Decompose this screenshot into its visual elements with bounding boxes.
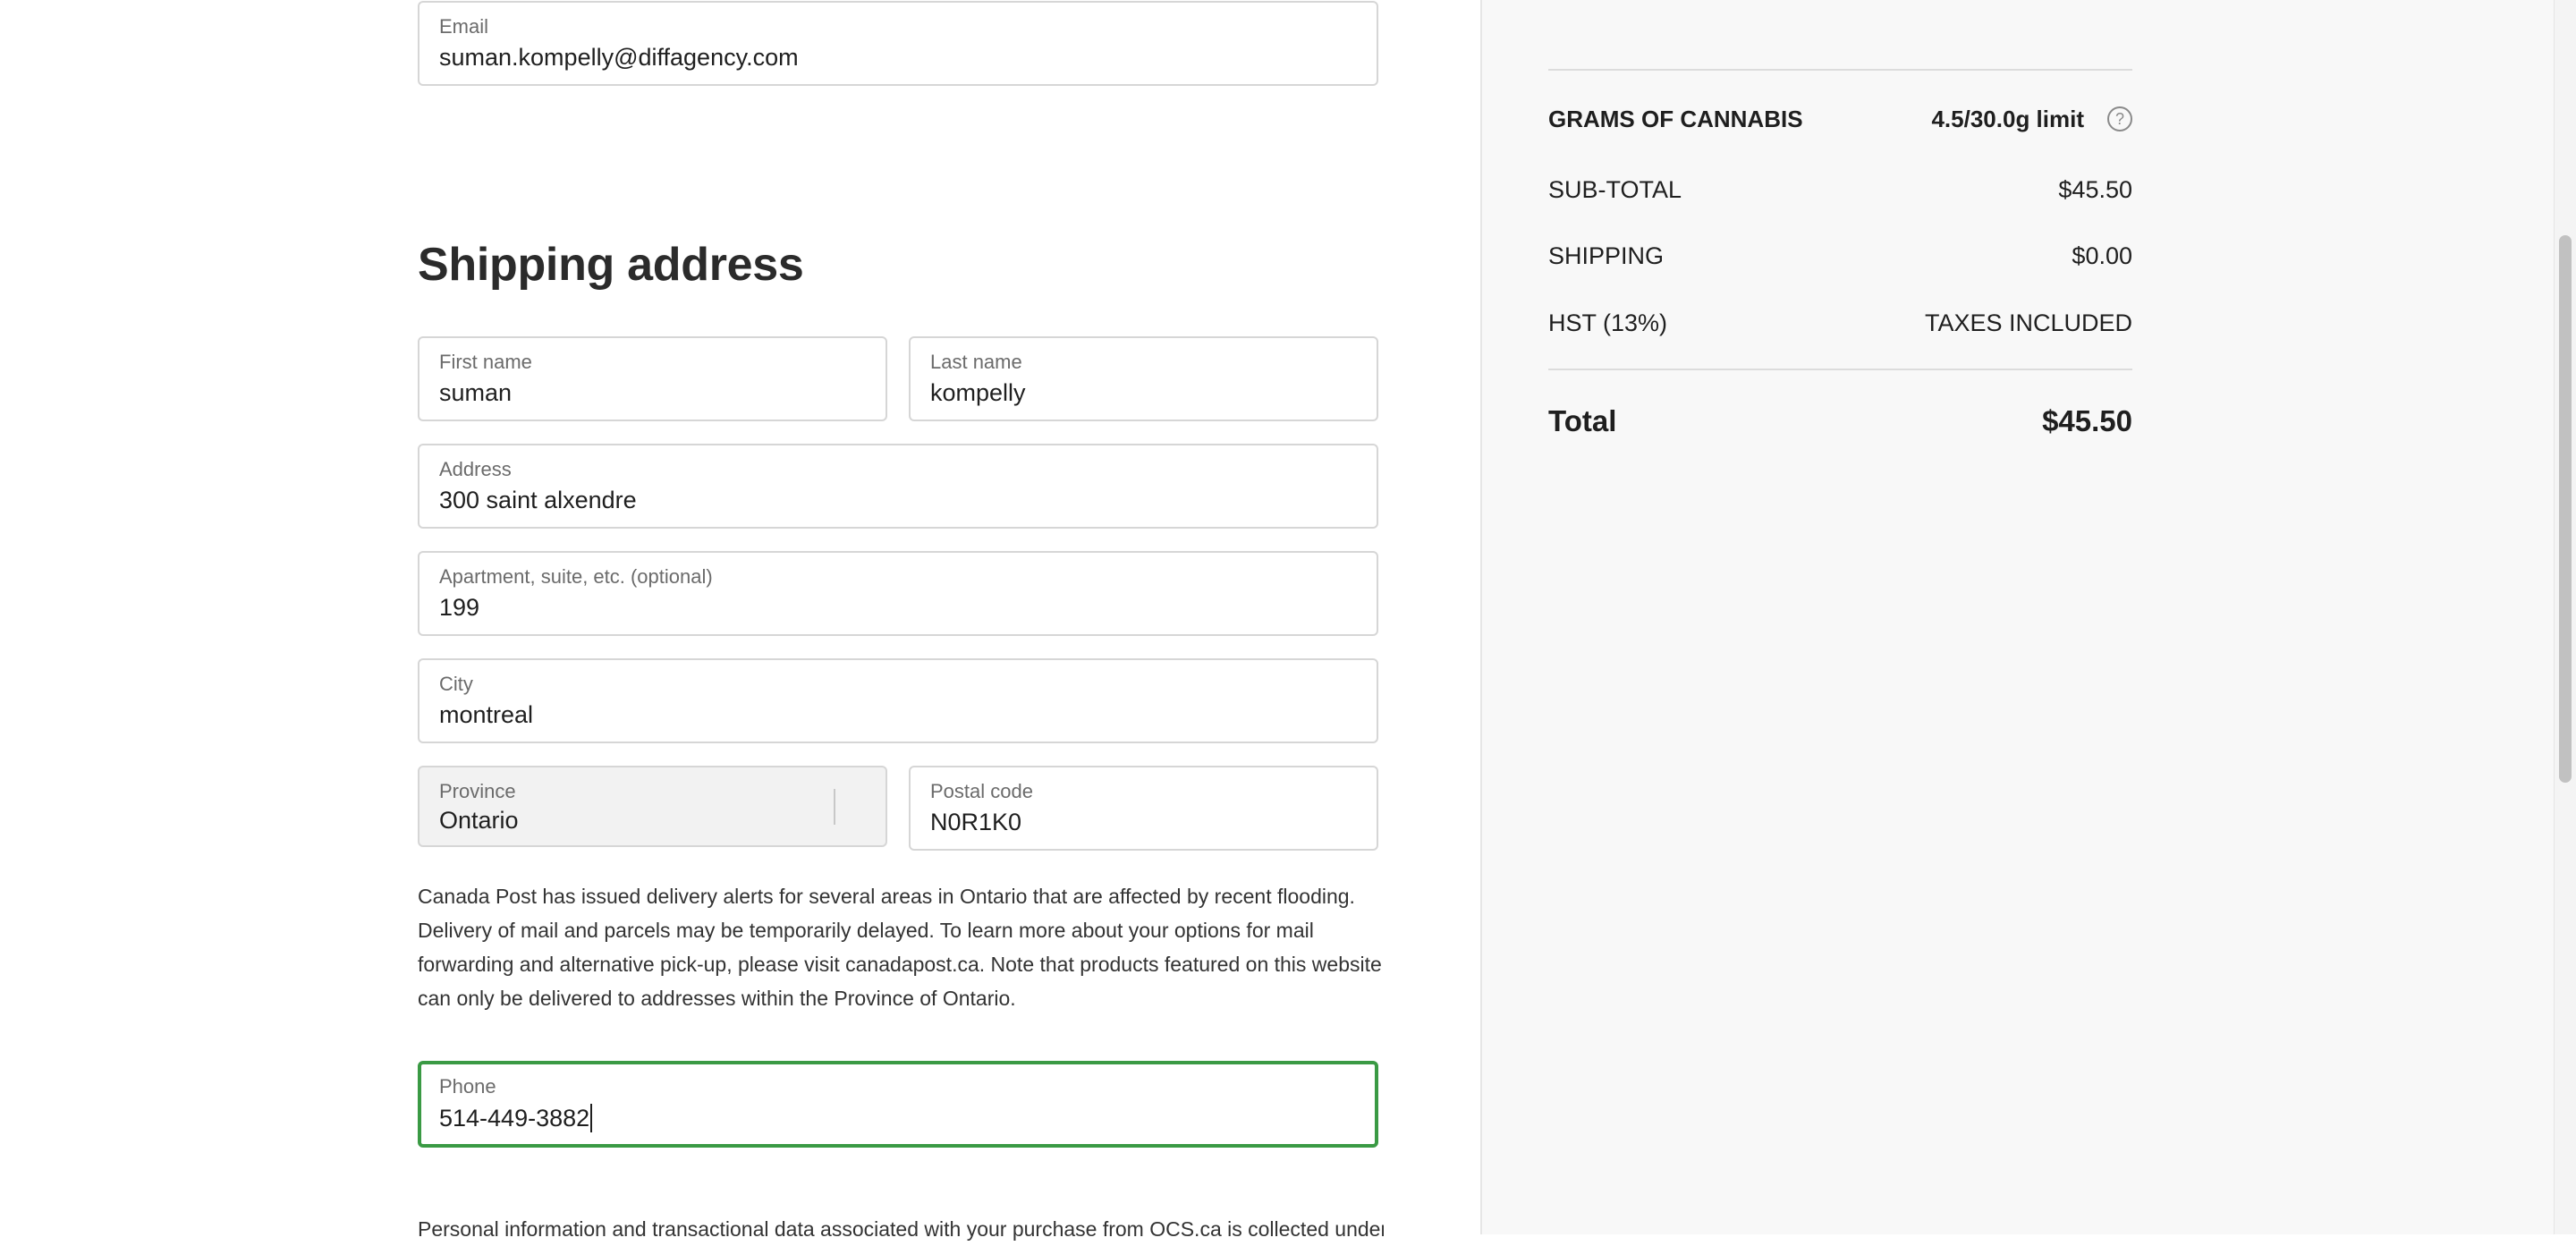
phone-value: 514-449-3882	[439, 1104, 590, 1132]
apartment-field[interactable]: Apartment, suite, etc. (optional) 199	[418, 551, 1378, 636]
last-name-value[interactable]: kompelly	[930, 379, 1026, 407]
phone-field[interactable]: Phone 514-449-3882	[418, 1061, 1378, 1148]
summary-divider-bottom	[1548, 369, 2132, 370]
grams-row: GRAMS OF CANNABIS 4.5/30.0g limit ?	[1548, 101, 2132, 137]
shipping-address-title: Shipping address	[418, 239, 804, 291]
total-row: Total $45.50	[1548, 399, 2132, 444]
city-field[interactable]: City montreal	[418, 658, 1378, 743]
postal-code-field[interactable]: Postal code N0R1K0	[909, 766, 1378, 851]
total-label: Total	[1548, 404, 1617, 437]
subtotal-row: SUB-TOTAL $45.50	[1548, 172, 2132, 208]
province-label: Province	[439, 780, 516, 802]
postal-code-label: Postal code	[930, 780, 1033, 802]
address-field[interactable]: Address 300 saint alxendre	[418, 444, 1378, 529]
last-name-label: Last name	[930, 351, 1022, 373]
text-caret	[590, 1104, 593, 1132]
shipping-value: $0.00	[2072, 242, 2132, 269]
help-icon[interactable]: ?	[2107, 106, 2132, 131]
email-value[interactable]: suman.kompelly@diffagency.com	[439, 44, 799, 72]
tax-label: HST (13%)	[1548, 309, 1668, 336]
delivery-notice: Canada Post has issued delivery alerts f…	[418, 885, 1382, 1010]
tax-row: HST (13%) TAXES INCLUDED	[1548, 305, 2132, 341]
privacy-notice: Personal information and transactional d…	[418, 1217, 1384, 1241]
address-value[interactable]: 300 saint alxendre	[439, 487, 637, 514]
summary-divider-top	[1548, 69, 2132, 71]
select-divider	[834, 789, 835, 825]
shipping-label: SHIPPING	[1548, 242, 1665, 269]
province-value: Ontario	[439, 807, 519, 834]
subtotal-value: $45.50	[2058, 175, 2132, 203]
city-label: City	[439, 673, 473, 695]
scrollbar-track[interactable]	[2554, 0, 2576, 1234]
first-name-label: First name	[439, 351, 532, 373]
scrollbar-thumb[interactable]	[2559, 235, 2572, 783]
apartment-label: Apartment, suite, etc. (optional)	[439, 565, 713, 588]
postal-code-value[interactable]: N0R1K0	[930, 809, 1021, 836]
grams-label: GRAMS OF CANNABIS	[1548, 105, 1803, 132]
last-name-field[interactable]: Last name kompelly	[909, 336, 1378, 421]
grams-value: 4.5/30.0g limit	[1931, 105, 2084, 132]
total-value: $45.50	[2042, 404, 2132, 437]
city-value[interactable]: montreal	[439, 701, 533, 729]
apartment-value[interactable]: 199	[439, 594, 479, 622]
phone-input[interactable]: 514-449-3882	[439, 1104, 593, 1132]
address-label: Address	[439, 458, 512, 480]
email-field[interactable]: Email suman.kompelly@diffagency.com	[418, 1, 1378, 86]
phone-label: Phone	[439, 1075, 496, 1098]
first-name-value[interactable]: suman	[439, 379, 512, 407]
subtotal-label: SUB-TOTAL	[1548, 175, 1682, 203]
shipping-row: SHIPPING $0.00	[1548, 238, 2132, 274]
tax-value: TAXES INCLUDED	[1924, 309, 2132, 336]
first-name-field[interactable]: First name suman	[418, 336, 887, 421]
email-label: Email	[439, 15, 489, 38]
province-select[interactable]: Province Ontario	[418, 766, 887, 847]
